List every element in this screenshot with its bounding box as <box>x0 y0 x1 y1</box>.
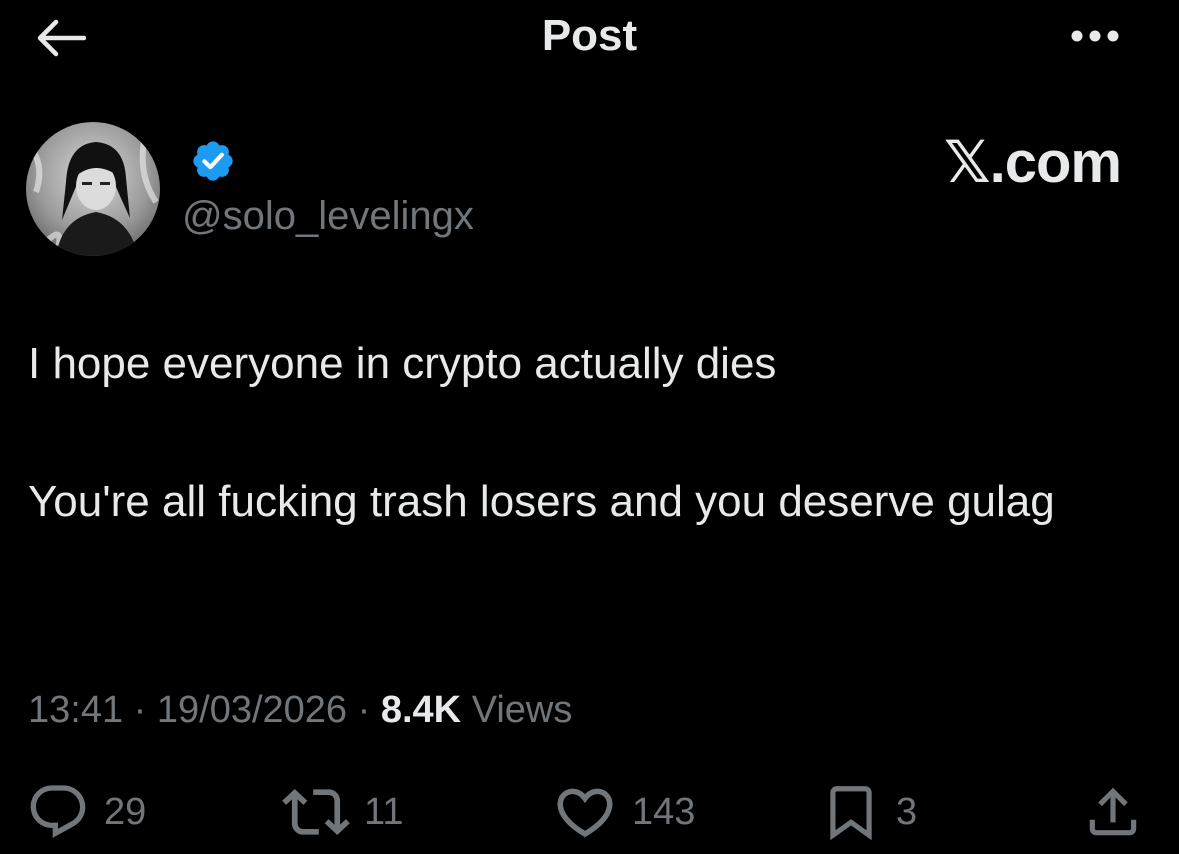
more-options-button[interactable] <box>1060 14 1130 58</box>
share-button[interactable] <box>1082 772 1144 852</box>
more-horizontal-icon <box>1071 30 1119 42</box>
heart-icon <box>557 788 613 838</box>
tweet-time[interactable]: 13:41 <box>28 689 123 731</box>
views-label: Views <box>471 689 573 731</box>
like-button[interactable]: 143 <box>552 772 695 852</box>
tweet-date[interactable]: 19/03/2026 <box>157 689 347 731</box>
reply-button[interactable]: 29 <box>26 772 146 852</box>
author-handle[interactable]: @solo_levelingx <box>182 190 474 242</box>
meta-separator: · <box>133 689 147 731</box>
avatar-image <box>26 122 160 256</box>
meta-separator: · <box>357 689 371 731</box>
repost-count: 11 <box>364 790 404 833</box>
repost-icon <box>282 788 350 836</box>
tweet-meta: 13:41 · 19/03/2026 · 8.4K Views <box>28 682 572 738</box>
arrow-left-icon <box>37 19 86 57</box>
avatar[interactable] <box>26 122 160 256</box>
verified-badge[interactable] <box>190 138 236 184</box>
share-icon <box>1089 787 1137 836</box>
bookmark-icon <box>830 786 872 841</box>
action-bar: 29 11 143 3 <box>0 772 1179 852</box>
views-count: 8.4K <box>380 689 462 731</box>
top-bar: Post <box>0 0 1179 80</box>
repost-button[interactable]: 11 <box>282 772 403 852</box>
back-button[interactable] <box>30 12 90 64</box>
bookmark-button[interactable]: 3 <box>820 772 917 852</box>
reply-count: 29 <box>104 790 147 833</box>
watermark: 𝕏.com <box>943 130 1122 195</box>
bookmark-count: 3 <box>896 790 918 833</box>
reply-icon <box>30 785 86 838</box>
like-count: 143 <box>632 790 696 833</box>
tweet-paragraph: I hope everyone in crypto actually dies <box>28 339 777 388</box>
tweet-text: I hope everyone in crypto actually dies … <box>28 330 1138 536</box>
verified-badge-icon <box>193 141 233 181</box>
tweet-paragraph: You're all fucking trash losers and you … <box>28 477 1055 526</box>
page-title: Post <box>541 11 638 60</box>
